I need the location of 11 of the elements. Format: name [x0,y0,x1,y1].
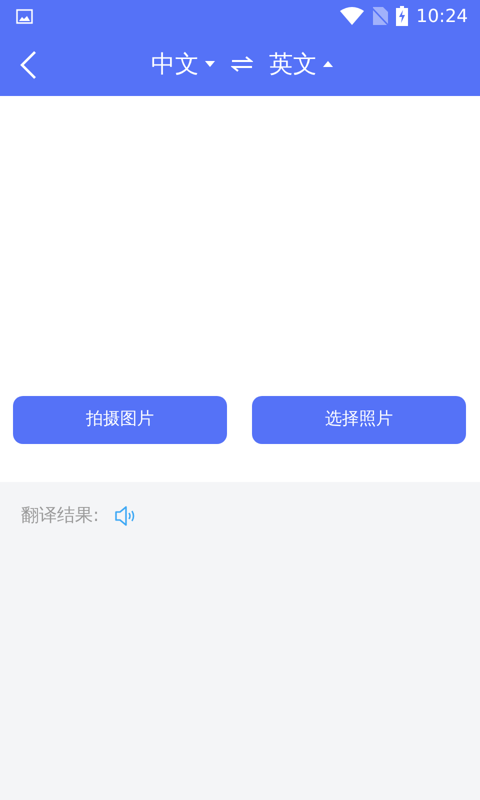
wifi-icon [340,7,364,25]
picture-notification-icon [16,8,33,24]
take-photo-button[interactable]: 拍摄图片 [13,396,227,444]
translation-result-label: 翻译结果: [21,504,100,528]
choose-photo-button[interactable]: 选择照片 [252,396,466,444]
no-sim-icon [372,7,388,25]
swap-icon[interactable] [231,56,253,72]
target-language-selector[interactable]: 英文 [269,46,333,82]
status-time: 10:24 [416,4,468,28]
source-language-selector[interactable]: 中文 [151,46,215,82]
battery-charging-icon [396,6,408,26]
